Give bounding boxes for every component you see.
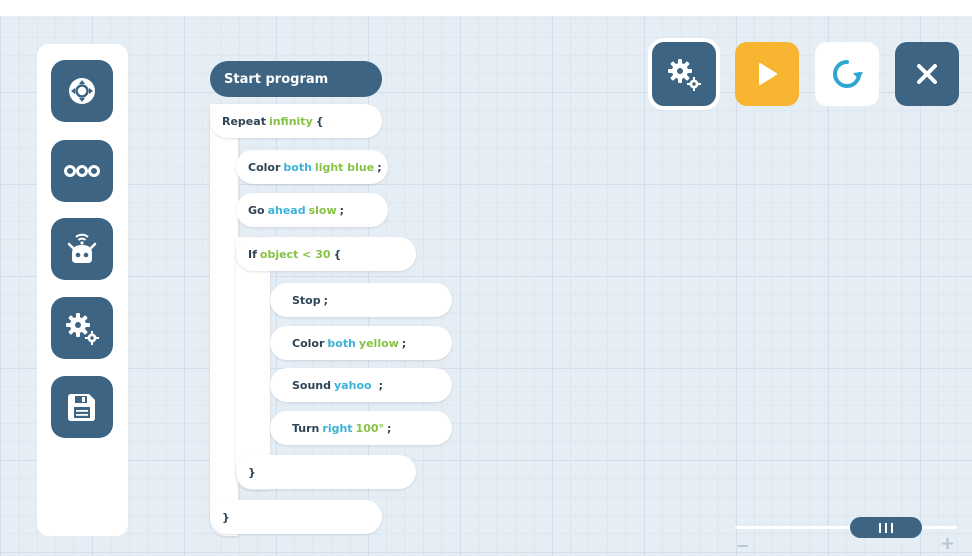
repeat-block[interactable]: Repeat infinity { bbox=[210, 104, 382, 138]
settings-button[interactable] bbox=[652, 42, 716, 106]
turn-keyword: Turn bbox=[292, 421, 320, 435]
directional-pad-button[interactable] bbox=[51, 60, 113, 122]
semicolon: ; bbox=[401, 336, 407, 350]
sidebar bbox=[37, 44, 128, 536]
semicolon: ; bbox=[377, 160, 382, 174]
color-block[interactable]: Color both light blue ; bbox=[236, 150, 388, 184]
grip-line bbox=[885, 522, 887, 533]
color-target[interactable]: both bbox=[327, 337, 356, 350]
stop-keyword: Stop bbox=[292, 293, 321, 307]
if-block-body bbox=[236, 237, 270, 490]
settings-sidebar-button[interactable] bbox=[51, 297, 113, 359]
color-keyword: Color bbox=[248, 160, 281, 174]
refresh-icon bbox=[833, 60, 863, 88]
go-direction[interactable]: ahead bbox=[268, 204, 306, 217]
semicolon: ; bbox=[323, 293, 329, 307]
grip-line bbox=[891, 522, 893, 533]
repeat-keyword: Repeat bbox=[222, 114, 266, 128]
refresh-button[interactable] bbox=[815, 42, 879, 106]
gears-icon bbox=[668, 59, 701, 91]
semicolon: ; bbox=[339, 203, 345, 217]
color-value[interactable]: yellow bbox=[359, 337, 399, 350]
sound-value[interactable]: yahoo bbox=[334, 379, 372, 392]
gears-icon bbox=[66, 313, 99, 345]
turn-angle[interactable]: 100° bbox=[356, 422, 384, 435]
sound-block[interactable]: Sound yahoo ; bbox=[270, 368, 452, 402]
go-keyword: Go bbox=[248, 203, 265, 217]
start-program-block[interactable]: Start program bbox=[210, 61, 382, 97]
repeat-argument[interactable]: infinity bbox=[269, 115, 313, 128]
semicolon: ; bbox=[378, 378, 383, 392]
play-button[interactable] bbox=[735, 42, 799, 106]
if-close-block: } bbox=[236, 455, 416, 489]
semicolon: ; bbox=[387, 421, 392, 435]
if-close-brace: } bbox=[248, 465, 256, 479]
zoom-slider-handle[interactable] bbox=[850, 517, 922, 538]
zoom-out-button[interactable]: − bbox=[736, 536, 749, 555]
go-speed[interactable]: slow bbox=[309, 204, 337, 217]
repeat-close-brace: } bbox=[222, 510, 230, 524]
more-options-button[interactable] bbox=[51, 140, 113, 202]
robot-wireless-icon bbox=[67, 233, 97, 263]
if-condition[interactable]: object < 30 bbox=[260, 248, 331, 261]
grip-line bbox=[879, 522, 881, 533]
repeat-open-brace: { bbox=[315, 114, 324, 128]
if-open-brace: { bbox=[333, 247, 342, 261]
more-dots-icon bbox=[64, 165, 100, 177]
stop-block[interactable]: Stop ; bbox=[270, 283, 452, 317]
directional-pad-icon bbox=[69, 78, 95, 104]
color-target[interactable]: both bbox=[283, 161, 312, 174]
turn-direction[interactable]: right bbox=[322, 422, 352, 435]
if-block[interactable]: If object < 30 { bbox=[236, 237, 416, 271]
repeat-close-block: } bbox=[210, 500, 382, 534]
zoom-in-button[interactable]: + bbox=[940, 533, 955, 554]
repeat-block-body bbox=[210, 104, 238, 536]
go-block[interactable]: Go ahead slow ; bbox=[236, 193, 388, 227]
turn-block[interactable]: Turn right 100° ; bbox=[270, 411, 452, 445]
close-button[interactable] bbox=[895, 42, 959, 106]
save-icon bbox=[68, 394, 95, 421]
robot-connection-button[interactable] bbox=[51, 218, 113, 280]
if-keyword: If bbox=[248, 247, 257, 261]
zoom-slider-track[interactable] bbox=[735, 526, 957, 529]
close-icon bbox=[917, 64, 937, 84]
play-icon bbox=[759, 63, 777, 85]
top-bar bbox=[0, 0, 972, 16]
color-block-2[interactable]: Color both yellow ; bbox=[270, 326, 452, 360]
color-value[interactable]: light blue bbox=[315, 161, 374, 174]
start-program-label: Start program bbox=[224, 71, 329, 87]
sound-keyword: Sound bbox=[292, 378, 332, 392]
color-keyword: Color bbox=[292, 336, 325, 350]
save-button[interactable] bbox=[51, 376, 113, 438]
